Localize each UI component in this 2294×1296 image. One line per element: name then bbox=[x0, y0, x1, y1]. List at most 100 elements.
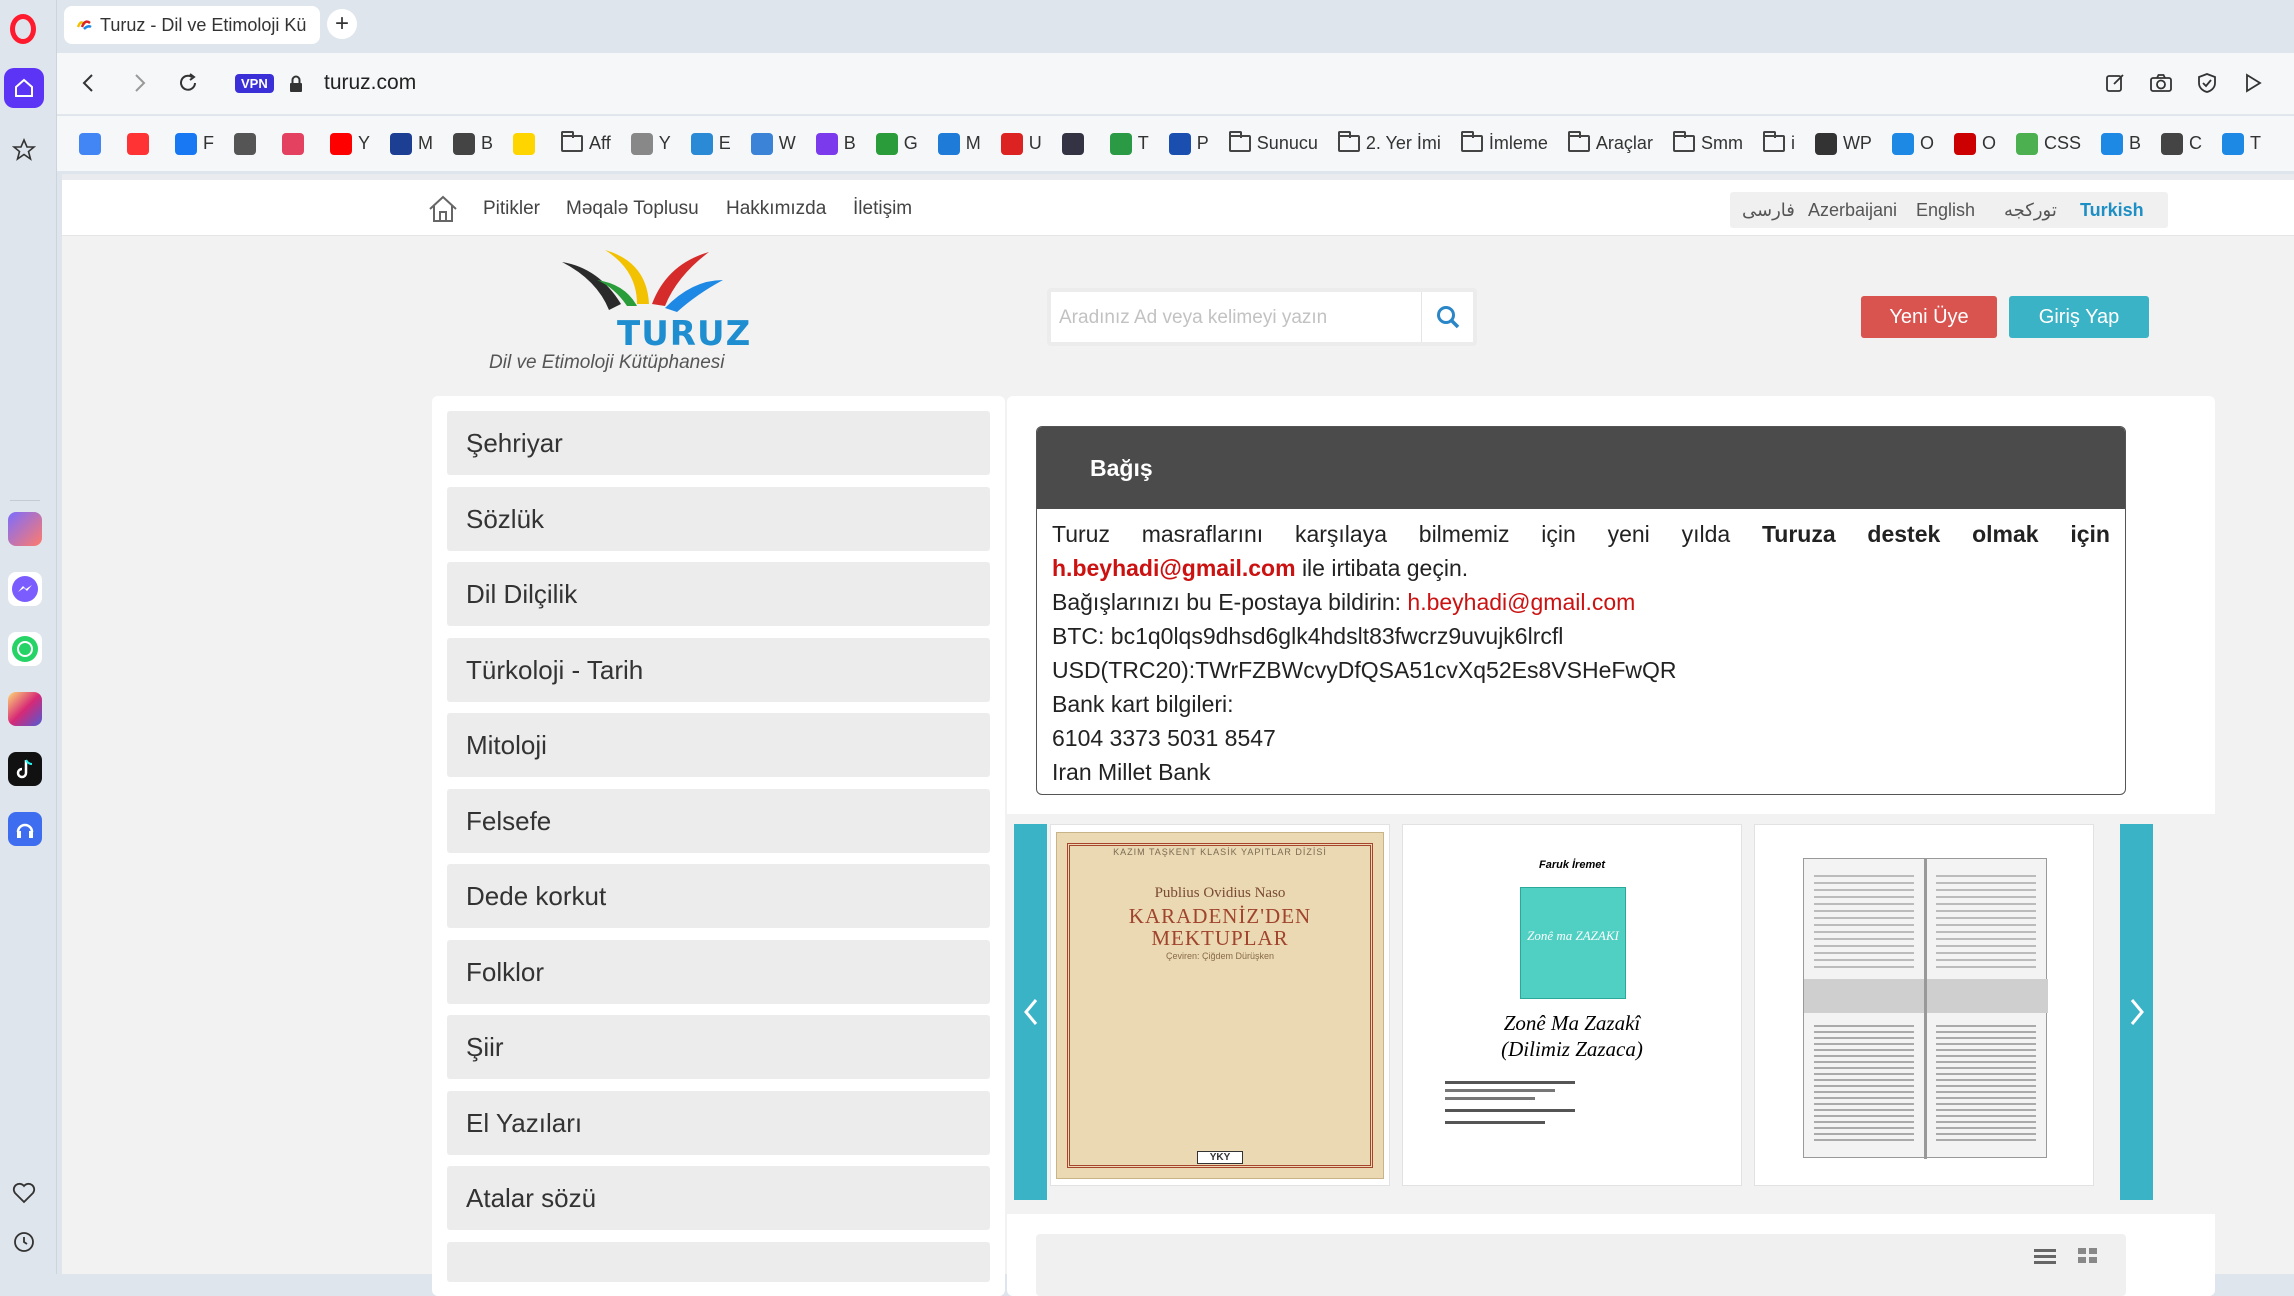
music-player-icon[interactable] bbox=[8, 812, 42, 846]
bookmark-item[interactable]: F bbox=[175, 132, 214, 155]
category-el-yazilari[interactable]: El Yazıları bbox=[447, 1091, 990, 1155]
donation-word: masraflarını bbox=[1141, 521, 1264, 547]
category-turkoloji-tarih[interactable]: Türkoloji - Tarih bbox=[447, 638, 990, 702]
shield-icon[interactable] bbox=[2193, 69, 2221, 97]
back-button[interactable] bbox=[71, 66, 105, 100]
edit-icon[interactable] bbox=[2101, 69, 2129, 97]
bookmark-item[interactable]: C bbox=[2161, 132, 2202, 155]
grid-view-icon[interactable] bbox=[2078, 1248, 2098, 1264]
register-button[interactable]: Yeni Üye bbox=[1861, 296, 1997, 338]
search-button[interactable] bbox=[1421, 292, 1473, 342]
login-button[interactable]: Giriş Yap bbox=[2009, 296, 2149, 338]
lang-english[interactable]: English bbox=[1916, 200, 1975, 221]
history-clock-icon[interactable] bbox=[4, 1222, 44, 1262]
play-icon[interactable] bbox=[2239, 69, 2267, 97]
bookmark-item[interactable] bbox=[79, 132, 107, 155]
bookmark-item[interactable] bbox=[234, 132, 262, 155]
bookmark-item[interactable]: İmleme bbox=[1460, 131, 1548, 154]
aria-app-icon[interactable] bbox=[8, 512, 42, 546]
category-dil-dilcilik[interactable]: Dil Dilçilik bbox=[447, 562, 990, 626]
bookmark-item[interactable] bbox=[282, 132, 310, 155]
browser-tab[interactable]: Turuz - Dil ve Etimoloji Kü bbox=[64, 6, 320, 44]
new-tab-button[interactable]: + bbox=[327, 9, 357, 39]
book-card[interactable] bbox=[1754, 824, 2094, 1186]
list-view-icon[interactable] bbox=[2034, 1248, 2056, 1264]
bookmark-label: O bbox=[1919, 133, 1934, 153]
bookmark-item[interactable]: W bbox=[750, 132, 796, 155]
category-sozluk[interactable]: Sözlük bbox=[447, 487, 990, 551]
bookmark-item[interactable]: U bbox=[1000, 132, 1042, 155]
bookmark-item[interactable]: O bbox=[1891, 132, 1934, 155]
bookmark-item[interactable]: B bbox=[815, 132, 856, 155]
opera-logo-icon[interactable] bbox=[10, 14, 36, 44]
bookmark-item[interactable]: T bbox=[2222, 132, 2261, 155]
bookmark-item[interactable]: E bbox=[690, 132, 731, 155]
scan-text bbox=[1814, 875, 1914, 971]
reload-button[interactable] bbox=[171, 66, 205, 100]
bookmark-item[interactable]: O bbox=[1953, 132, 1996, 155]
bookmark-item[interactable]: WP bbox=[1814, 132, 1872, 155]
search-input[interactable] bbox=[1059, 302, 1399, 334]
donation-word-bold: Turuza bbox=[1761, 521, 1836, 547]
category-siir[interactable]: Şiir bbox=[447, 1015, 990, 1079]
whatsapp-icon[interactable] bbox=[8, 632, 42, 666]
bookmark-label: İmleme bbox=[1488, 133, 1548, 153]
bookmark-item[interactable] bbox=[513, 132, 541, 155]
bookmark-item[interactable]: Smm bbox=[1672, 131, 1743, 154]
bookmark-item[interactable]: M bbox=[390, 132, 433, 155]
lang-turkce[interactable]: تورکجه bbox=[2004, 200, 2057, 221]
nav-link-pitikler[interactable]: Pitikler bbox=[483, 198, 540, 220]
book-card[interactable]: Faruk İremet Zonê ma ZAZAKI Zonê Ma Zaza… bbox=[1402, 824, 1742, 1186]
messenger-icon[interactable] bbox=[8, 572, 42, 606]
vpn-badge[interactable]: VPN bbox=[235, 74, 274, 93]
camera-icon[interactable] bbox=[2147, 69, 2175, 97]
nav-link-meqale[interactable]: Məqalə Toplusu bbox=[566, 198, 699, 220]
lock-icon[interactable] bbox=[289, 75, 303, 93]
category-next[interactable] bbox=[447, 1242, 990, 1282]
donation-email-link-2[interactable]: h.beyhadi@gmail.com bbox=[1407, 589, 1635, 615]
bookmark-item[interactable] bbox=[127, 132, 155, 155]
instagram-icon[interactable] bbox=[8, 692, 42, 726]
bookmark-item[interactable]: Sunucu bbox=[1228, 131, 1318, 154]
nav-link-iletisim[interactable]: İletişim bbox=[853, 198, 912, 220]
bookmark-item[interactable]: B bbox=[2100, 132, 2141, 155]
home-icon[interactable] bbox=[427, 194, 459, 224]
donation-word-bold: destek bbox=[1867, 521, 1941, 547]
category-sehriyar[interactable]: Şehriyar bbox=[447, 411, 990, 475]
heart-icon[interactable] bbox=[4, 1173, 44, 1213]
category-atalar-sozu[interactable]: Atalar sözü bbox=[447, 1166, 990, 1230]
bookmark-item[interactable]: G bbox=[875, 132, 918, 155]
book-card[interactable]: KAZIM TAŞKENT KLASİK YAPITLAR DİZİSİ Pub… bbox=[1050, 824, 1390, 1186]
category-dede-korkut[interactable]: Dede korkut bbox=[447, 864, 990, 928]
forward-button[interactable] bbox=[123, 66, 157, 100]
carousel-next-button[interactable] bbox=[2120, 824, 2153, 1200]
nav-link-hakkimizda[interactable]: Hakkımızda bbox=[726, 198, 826, 220]
bookmark-item[interactable]: P bbox=[1168, 132, 1209, 155]
lang-turkish[interactable]: Turkish bbox=[2080, 200, 2144, 221]
bookmark-item[interactable]: Y bbox=[330, 132, 370, 155]
category-folklor[interactable]: Folklor bbox=[447, 940, 990, 1004]
category-felsefe[interactable]: Felsefe bbox=[447, 789, 990, 853]
lang-farsi[interactable]: فارسی bbox=[1742, 200, 1795, 221]
bookmark-item[interactable]: Aff bbox=[561, 131, 611, 154]
bookmark-item[interactable]: M bbox=[937, 132, 981, 155]
bookmark-item[interactable]: Araçlar bbox=[1567, 131, 1653, 154]
bookmark-item[interactable]: 2. Yer İmi bbox=[1337, 131, 1441, 154]
star-icon[interactable] bbox=[4, 130, 44, 170]
tiktok-icon[interactable] bbox=[8, 752, 42, 786]
bookmark-item[interactable]: CSS bbox=[2015, 132, 2081, 155]
lang-azerbaijani[interactable]: Azerbaijani bbox=[1808, 200, 1897, 221]
carousel-prev-button[interactable] bbox=[1014, 824, 1047, 1200]
bookmark-item[interactable]: Y bbox=[630, 132, 671, 155]
url-field[interactable]: turuz.com bbox=[324, 71, 416, 95]
bookmark-item[interactable]: B bbox=[453, 132, 493, 155]
site-logo[interactable]: TURUZ Dil ve Etimoloji Kütüphanesi bbox=[487, 240, 817, 373]
bookmark-item[interactable]: i bbox=[1762, 131, 1795, 154]
home-icon[interactable] bbox=[4, 68, 44, 108]
bookmark-item[interactable] bbox=[1061, 132, 1090, 155]
usd-address: USD(TRC20):TWrFZBWcvyDfQSA51cvXq52Es8VSH… bbox=[1052, 657, 1677, 683]
bookmark-item[interactable]: T bbox=[1109, 132, 1149, 155]
donation-email-link[interactable]: h.beyhadi@gmail.com bbox=[1052, 555, 1296, 581]
bookmark-label: i bbox=[1790, 133, 1795, 153]
category-mitoloji[interactable]: Mitoloji bbox=[447, 713, 990, 777]
